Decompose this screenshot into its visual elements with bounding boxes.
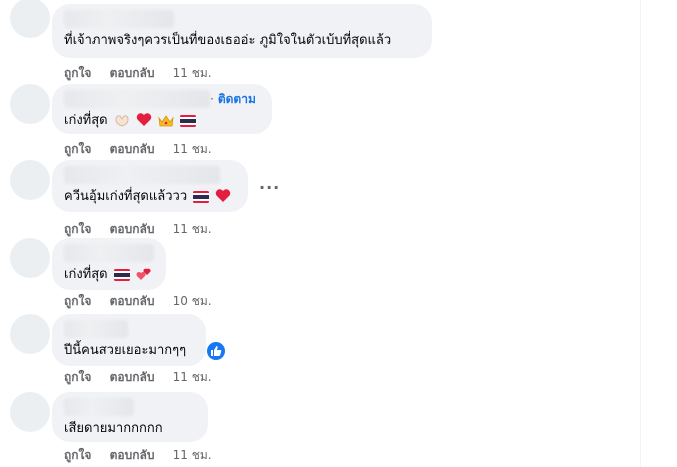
timestamp[interactable]: 11 ชม.	[173, 66, 212, 80]
author-name-redacted[interactable]	[64, 244, 154, 262]
comment-text-row: ควีนอุ้มเก่งที่สุดแล้ววว	[64, 188, 236, 209]
like-link[interactable]: ถูกใจ	[64, 448, 91, 462]
comment-bubble: ควีนอุ้มเก่งที่สุดแล้ววว	[52, 160, 248, 212]
like-link[interactable]: ถูกใจ	[64, 294, 91, 308]
reply-link[interactable]: ตอบกลับ	[110, 66, 155, 80]
like-link[interactable]: ถูกใจ	[64, 370, 91, 384]
crown-icon	[158, 114, 174, 133]
like-link[interactable]: ถูกใจ	[64, 222, 91, 236]
reply-link[interactable]: ตอบกลับ	[110, 294, 155, 308]
avatar[interactable]	[10, 0, 50, 38]
comment-text: เก่งที่สุด	[64, 267, 108, 282]
comment-actions: ถูกใจ ตอบกลับ 11 ชม.	[64, 64, 226, 83]
author-name-redacted[interactable]	[64, 90, 210, 108]
timestamp[interactable]: 11 ชม.	[173, 142, 212, 156]
right-edge-divider	[640, 0, 641, 467]
comment-text: ที่เจ้าภาพจริงๆควรเป็นที่ของเธออ่ะ ภูมิใ…	[64, 33, 392, 48]
reply-link[interactable]: ตอบกลับ	[110, 370, 155, 384]
comment-text: เก่งที่สุด	[64, 113, 108, 128]
reply-link[interactable]: ตอบกลับ	[110, 222, 155, 236]
timestamp[interactable]: 10 ชม.	[173, 294, 212, 308]
comment-actions: ถูกใจ ตอบกลับ 11 ชม.	[64, 220, 226, 239]
red-heart-icon	[215, 188, 231, 209]
comment-actions: ถูกใจ ตอบกลับ 10 ชม.	[64, 292, 226, 311]
author-name-redacted[interactable]	[64, 166, 220, 184]
comment-bubble: ที่เจ้าภาพจริงๆควรเป็นที่ของเธออ่ะ ภูมิใ…	[52, 4, 432, 58]
follow-link[interactable]: ติดตาม	[218, 92, 256, 106]
comment-bubble: ปีนี้คนสวยเยอะมากๆๆ	[52, 314, 206, 366]
comment-actions: ถูกใจ ตอบกลับ 11 ชม.	[64, 140, 226, 159]
avatar[interactable]	[10, 238, 50, 278]
heart-hands-icon	[114, 113, 130, 133]
red-heart-icon	[136, 112, 152, 133]
comment-text-row: เก่งที่สุด	[64, 112, 260, 133]
timestamp[interactable]: 11 ชม.	[173, 222, 212, 236]
avatar[interactable]	[10, 392, 50, 432]
author-name-redacted[interactable]	[64, 10, 174, 28]
avatar[interactable]	[10, 84, 50, 124]
avatar[interactable]	[10, 314, 50, 354]
author-name-redacted[interactable]	[64, 320, 128, 338]
comment-actions: ถูกใจ ตอบกลับ 11 ชม.	[64, 368, 226, 387]
timestamp[interactable]: 11 ชม.	[173, 448, 212, 462]
thailand-flag-icon	[193, 191, 210, 209]
comment-bubble: เก่งที่สุด	[52, 238, 166, 290]
comment-text: เสียดายมากกกกก	[64, 421, 163, 436]
more-options-icon[interactable]: ···	[259, 178, 280, 197]
comment-bubble: เสียดายมากกกกก	[52, 392, 208, 442]
timestamp[interactable]: 11 ชม.	[173, 370, 212, 384]
comment-text: ควีนอุ้มเก่งที่สุดแล้ววว	[64, 189, 188, 204]
two-hearts-icon	[136, 266, 152, 287]
author-name-redacted[interactable]	[64, 398, 134, 416]
like-link[interactable]: ถูกใจ	[64, 66, 91, 80]
thailand-flag-icon	[113, 269, 130, 287]
like-reaction-icon[interactable]	[207, 342, 225, 360]
comment-actions: ถูกใจ ตอบกลับ 11 ชม.	[64, 446, 226, 465]
reply-link[interactable]: ตอบกลับ	[110, 448, 155, 462]
comment-text-row: เก่งที่สุด	[64, 266, 154, 287]
thailand-flag-icon	[180, 115, 197, 133]
avatar[interactable]	[10, 160, 50, 200]
reply-link[interactable]: ตอบกลับ	[110, 142, 155, 156]
like-link[interactable]: ถูกใจ	[64, 142, 91, 156]
comment-bubble: · ติดตาม เก่งที่สุด	[52, 84, 272, 134]
separator-dot: ·	[210, 92, 214, 106]
comment-text: ปีนี้คนสวยเยอะมากๆๆ	[64, 343, 187, 358]
